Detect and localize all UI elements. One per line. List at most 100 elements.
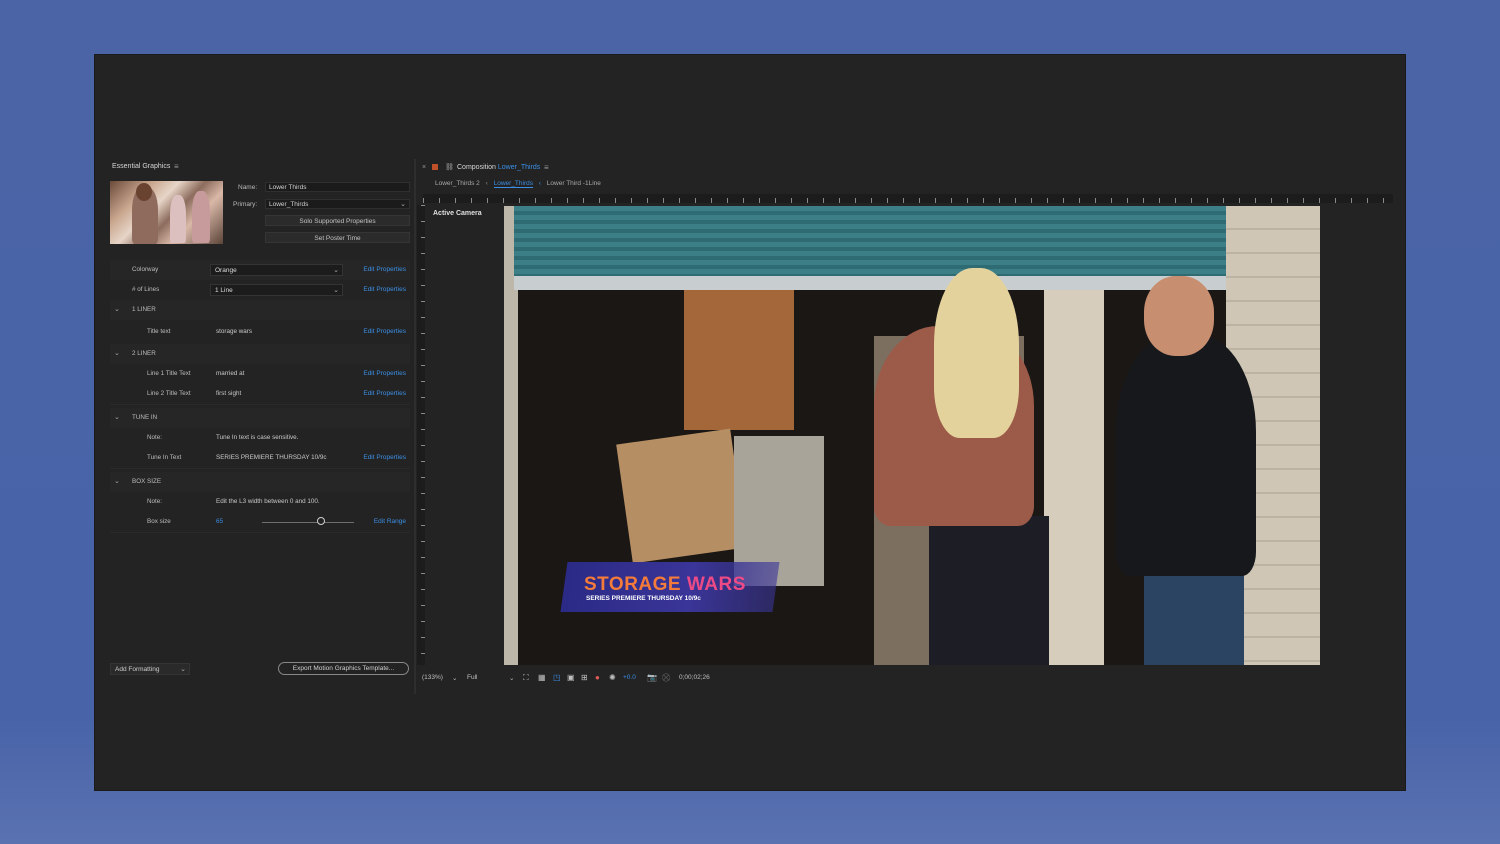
group-row-box-size[interactable]: ⌄ BOX SIZE <box>110 472 410 493</box>
viewer-status-bar: (133%) ⌄ Full ⌄ ⛶ ▦ ◳ ▣ ⊞ ● ✺ +0.0 📷 ⛒ 0… <box>422 672 1392 684</box>
close-icon[interactable]: × <box>422 164 426 171</box>
edit-properties-link[interactable]: Edit Properties <box>363 370 406 377</box>
line1-value[interactable]: married at <box>216 370 244 377</box>
chevron-down-icon[interactable]: ⌄ <box>114 305 120 313</box>
property-name: Colorway <box>132 266 159 273</box>
chevron-down-icon: ⌄ <box>509 675 515 682</box>
scene-board <box>1044 276 1104 665</box>
active-camera-label: Active Camera <box>433 210 482 217</box>
box-size-slider-knob[interactable] <box>317 517 325 525</box>
group-row-2-liner[interactable]: ⌄ 2 LINER <box>110 344 410 365</box>
property-row-lines: # of Lines 1 Line ⌄ Edit Properties <box>110 280 410 301</box>
box-size-value[interactable]: 65 <box>216 518 223 525</box>
group-row-1-liner[interactable]: ⌄ 1 LINER <box>110 300 410 321</box>
lines-dropdown[interactable]: 1 Line ⌄ <box>210 284 343 296</box>
scene-person <box>929 516 1049 665</box>
group-row-tune-in[interactable]: ⌄ TUNE IN <box>110 408 410 429</box>
property-name: Box size <box>147 518 171 525</box>
scene-person-head <box>1144 276 1214 356</box>
chevron-down-icon[interactable]: ⌄ <box>114 413 120 421</box>
property-row-tune-in-text: Tune In Text SERIES PREMIERE THURSDAY 10… <box>110 448 410 469</box>
timecode[interactable]: 0;00;02;26 <box>679 674 710 681</box>
composition-title: Composition Lower_Thirds <box>457 164 540 171</box>
panel-menu-icon[interactable]: ≡ <box>174 162 179 171</box>
chevron-down-icon: ⌄ <box>333 267 339 274</box>
chevron-left-icon: ‹ <box>485 180 488 187</box>
colorway-dropdown[interactable]: Orange ⌄ <box>210 264 343 276</box>
add-formatting-label: Add Formatting <box>115 666 160 673</box>
group-name: BOX SIZE <box>132 478 162 485</box>
add-formatting-dropdown[interactable]: Add Formatting ⌄ <box>110 663 190 675</box>
link-icon[interactable]: ⛓ <box>445 163 454 171</box>
group-name: TUNE IN <box>132 414 158 421</box>
scene-person <box>1144 566 1244 665</box>
set-poster-time-button[interactable]: Set Poster Time <box>265 232 410 243</box>
edit-properties-link[interactable]: Edit Properties <box>363 286 406 293</box>
mask-visibility-icon[interactable]: ◳ <box>553 673 561 682</box>
group-name: 2 LINER <box>132 350 156 357</box>
lower-third-title-word2: WARS <box>686 574 746 595</box>
chevron-down-icon[interactable]: ⌄ <box>114 349 120 357</box>
composition-panel: × ⛓ Composition Lower_Thirds ≡ Lower_Thi… <box>417 161 1393 691</box>
property-row-line2: Line 2 Title Text first sight Edit Prope… <box>110 384 410 405</box>
resolution-value: Full <box>467 674 478 681</box>
edit-properties-link[interactable]: Edit Properties <box>363 266 406 273</box>
note-label: Note: <box>147 434 163 441</box>
guides-icon[interactable]: ⊞ <box>581 673 588 682</box>
chevron-left-icon: ‹ <box>538 180 541 187</box>
primary-dropdown[interactable]: Lower_Thirds ⌄ <box>265 199 410 209</box>
chevron-down-icon[interactable]: ⌄ <box>114 477 120 485</box>
horizontal-ruler[interactable] <box>423 194 1393 203</box>
tab-lower-thirds[interactable]: Lower_Thirds <box>493 180 533 188</box>
export-mogrt-button[interactable]: Export Motion Graphics Template... <box>278 662 409 675</box>
exposure-value[interactable]: +0.0 <box>623 674 636 681</box>
fast-preview-icon[interactable]: ⛶ <box>523 673 529 683</box>
property-row-box-size: Box size 65 Edit Range <box>110 512 410 533</box>
edit-properties-link[interactable]: Edit Properties <box>363 390 406 397</box>
lock-icon[interactable] <box>432 164 438 170</box>
edit-properties-link[interactable]: Edit Properties <box>363 328 406 335</box>
resolution-dropdown[interactable]: Full ⌄ <box>467 674 517 682</box>
property-name: # of Lines <box>132 286 160 293</box>
edit-range-link[interactable]: Edit Range <box>374 518 406 525</box>
exposure-icon[interactable]: ✺ <box>609 673 616 682</box>
property-name: Title text <box>147 328 171 335</box>
solo-supported-properties-button[interactable]: Solo Supported Properties <box>265 215 410 226</box>
transparency-grid-icon[interactable]: ▦ <box>538 673 546 682</box>
group-name: 1 LINER <box>132 306 156 313</box>
chevron-down-icon: ⌄ <box>452 675 458 682</box>
property-name: Tune In Text <box>147 454 182 461</box>
composition-viewer[interactable]: STORAGE WARS SERIES PREMIERE THURSDAY 10… <box>504 206 1320 665</box>
box-size-slider-track[interactable] <box>262 522 354 523</box>
title-text-value[interactable]: storage wars <box>216 328 252 335</box>
primary-label: Primary: <box>233 201 258 208</box>
tune-in-text-value[interactable]: SERIES PREMIERE THURSDAY 10/9c <box>216 454 327 461</box>
property-row-title-text: Title text storage wars Edit Properties <box>110 320 410 345</box>
composition-name: Lower_Thirds <box>497 164 541 171</box>
poster-thumbnail <box>110 181 223 244</box>
line2-value[interactable]: first sight <box>216 390 241 397</box>
name-label: Name: <box>238 184 258 191</box>
panel-divider[interactable] <box>414 159 416 694</box>
tab-lower-thirds-2[interactable]: Lower_Thirds 2 <box>435 180 480 187</box>
tab-lower-third-1line[interactable]: Lower Third -1Line <box>547 180 601 187</box>
colorway-value: Orange <box>215 267 237 274</box>
chevron-down-icon: ⌄ <box>180 666 186 673</box>
lines-value: 1 Line <box>215 287 233 294</box>
panel-menu-icon[interactable]: ≡ <box>544 163 549 172</box>
scene-door-bar <box>514 276 1226 290</box>
lower-third-subtitle: SERIES PREMIERE THURSDAY 10/9c <box>586 595 701 602</box>
region-of-interest-icon[interactable]: ▣ <box>567 673 575 682</box>
lower-third-title: STORAGE WARS <box>584 574 746 596</box>
vertical-ruler[interactable] <box>417 205 425 665</box>
edit-properties-link[interactable]: Edit Properties <box>363 454 406 461</box>
name-field[interactable]: Lower Thirds <box>265 182 410 192</box>
zoom-dropdown[interactable]: (133%) ⌄ <box>422 674 462 682</box>
primary-dropdown-value: Lower_Thirds <box>269 201 309 208</box>
note-row-box-size: Note: Edit the L3 width between 0 and 10… <box>110 492 410 513</box>
color-channels-icon[interactable]: ● <box>595 673 600 682</box>
snapshot-camera-icon[interactable]: 📷 <box>647 673 657 682</box>
scene-person <box>1116 336 1256 576</box>
show-snapshot-icon[interactable]: ⛒ <box>662 673 670 683</box>
property-name: Line 2 Title Text <box>147 390 191 397</box>
